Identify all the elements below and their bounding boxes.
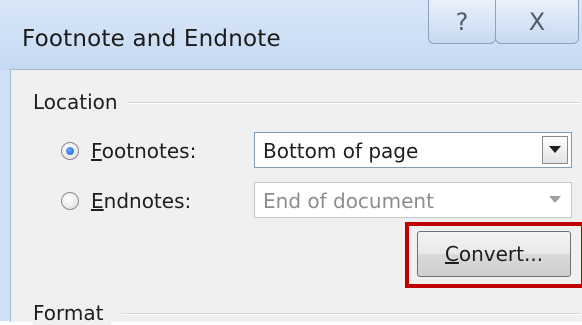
close-button[interactable]: X [495,0,579,44]
radio-selected-dot [66,147,74,155]
chevron-down-icon[interactable] [542,186,568,214]
chevron-down-icon[interactable] [542,136,568,164]
help-button[interactable]: ? [428,0,496,44]
location-divider [129,102,581,104]
footnotes-position-select[interactable]: Bottom of page [254,132,572,168]
footnotes-radio[interactable] [61,142,79,160]
dialog-body: Location Footnotes: Bottom of page Endno… [10,69,582,325]
footnote-endnote-dialog: Footnote and Endnote ? X Location Footno… [0,0,582,325]
convert-button[interactable]: Convert... [417,231,571,277]
format-divider [121,313,581,315]
endnotes-label[interactable]: Endnotes: [91,189,191,213]
footnotes-position-value: Bottom of page [263,139,419,163]
help-icon: ? [455,7,469,36]
endnotes-position-select[interactable]: End of document [254,182,572,218]
location-group-label: Location [33,90,126,114]
format-group-label: Format [33,301,112,325]
endnotes-radio[interactable] [61,192,79,210]
dialog-title: Footnote and Endnote [22,26,281,52]
close-icon: X [528,7,546,36]
title-bar[interactable]: Footnote and Endnote ? X [0,0,582,70]
footnotes-label[interactable]: Footnotes: [91,139,196,163]
endnotes-position-value: End of document [263,189,434,213]
